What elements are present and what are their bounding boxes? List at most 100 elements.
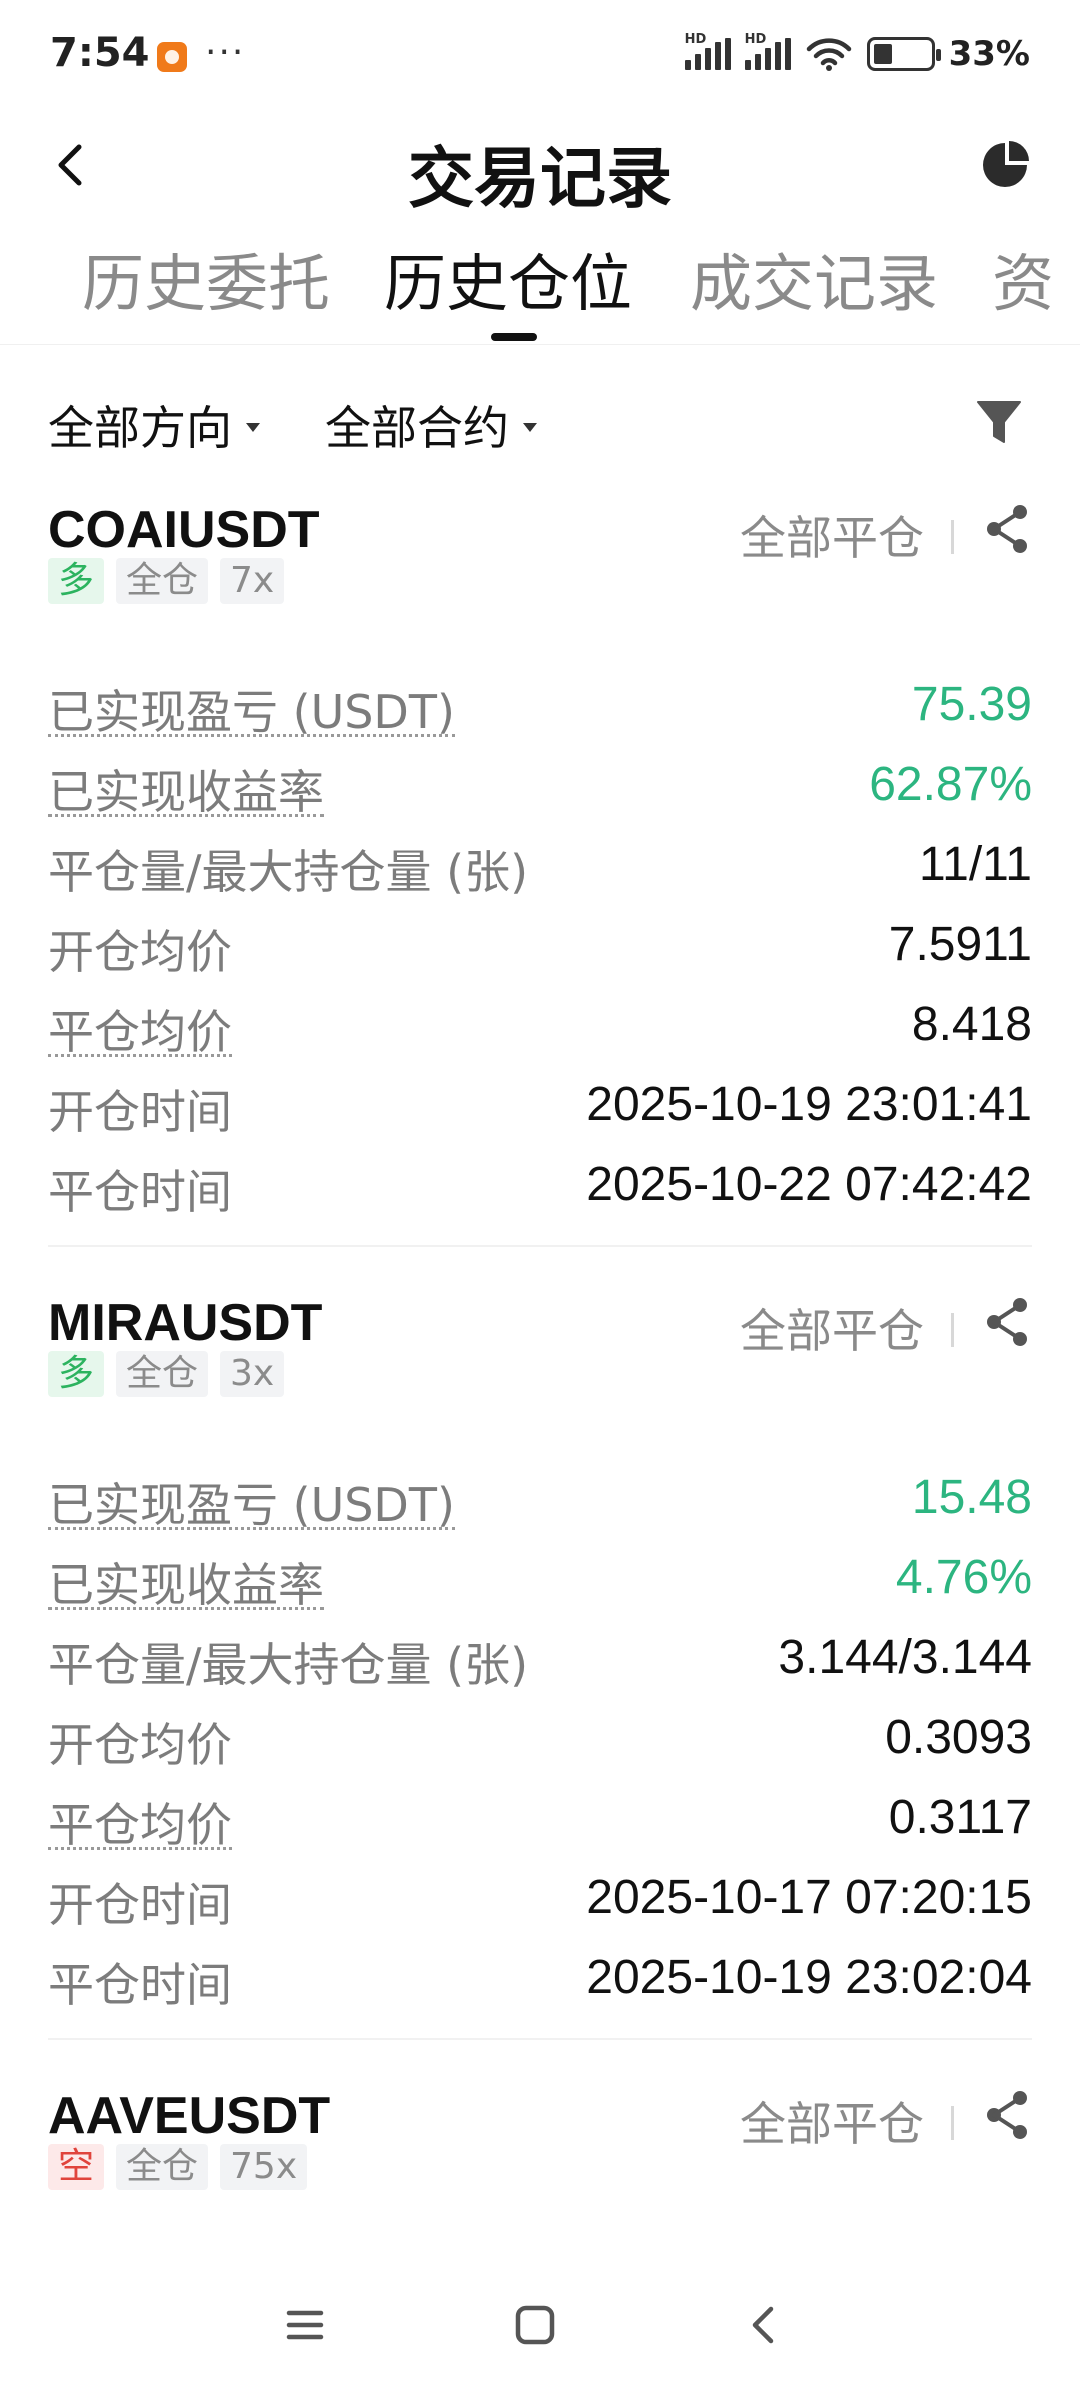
statistics-button[interactable] [970, 130, 1040, 200]
row-value: 15.48 [911, 1471, 1032, 1524]
row-label[interactable]: 已实现盈亏 (USDT) [48, 679, 455, 737]
share-icon[interactable] [982, 502, 1032, 556]
position-card: AAVEUSDT 空 全仓 75x 全部平仓 [48, 2086, 1032, 2206]
tab-funds[interactable]: 资 [992, 233, 1054, 323]
app-notification-icon [157, 42, 187, 72]
row-realized-roi: 已实现收益率 62.87% [48, 745, 1032, 825]
row-close-volume: 平仓量/最大持仓量 (张) 11/11 [48, 825, 1032, 905]
row-realized-pnl: 已实现盈亏 (USDT) 15.48 [48, 1458, 1032, 1538]
row-label[interactable]: 平仓均价 [48, 1792, 232, 1850]
page-title: 交易记录 [408, 140, 672, 217]
tab-position-history[interactable]: 历史仓位 [384, 233, 632, 323]
caret-down-icon [246, 422, 260, 432]
symbol-name[interactable]: COAIUSDT [48, 500, 320, 560]
leverage-badge: 3x [220, 1351, 285, 1397]
position-card: COAIUSDT 多 全仓 7x 全部平仓 已实现盈亏 (USDT) 75.39… [48, 500, 1032, 1225]
row-open-avg-price: 开仓均价 0.3093 [48, 1698, 1032, 1778]
status-indicators: HD HD 33% [684, 32, 1030, 74]
contract-filter[interactable]: 全部合约 [325, 392, 537, 458]
leverage-badge: 7x [220, 558, 285, 604]
row-value: 3.144/3.144 [778, 1631, 1032, 1684]
wifi-icon [806, 38, 851, 71]
direction-filter[interactable]: 全部方向 [48, 392, 260, 458]
row-label: 平仓时间 [48, 1958, 232, 2010]
battery-percent: 33% [948, 34, 1030, 74]
row-label: 平仓量/最大持仓量 (张) [48, 845, 529, 897]
record-tabs: 历史委托 历史仓位 成交记录 资 [0, 225, 1080, 345]
symbol-name[interactable]: AAVEUSDT [48, 2086, 330, 2146]
system-nav-bar [0, 2270, 1080, 2370]
row-open-time: 开仓时间 2025-10-17 07:20:15 [48, 1858, 1032, 1938]
symbol-name[interactable]: MIRAUSDT [48, 1293, 322, 1353]
position-tags: 多 全仓 3x [48, 1351, 285, 1397]
row-value: 7.5911 [888, 918, 1032, 971]
share-icon[interactable] [982, 2088, 1032, 2142]
position-tags: 空 全仓 75x [48, 2144, 308, 2190]
battery-icon [866, 37, 941, 71]
margin-mode-badge: 全仓 [116, 558, 209, 604]
filter-bar: 全部方向 全部合约 [0, 380, 1080, 470]
share-icon[interactable] [982, 1295, 1032, 1349]
row-value: 4.76% [895, 1551, 1032, 1604]
row-close-time: 平仓时间 2025-10-19 23:02:04 [48, 1938, 1032, 2018]
direction-filter-label: 全部方向 [48, 401, 232, 455]
row-value: 62.87% [869, 758, 1032, 811]
menu-icon[interactable] [275, 2295, 335, 2355]
row-value: 75.39 [911, 678, 1032, 731]
close-type-label: 全部平仓 [740, 2097, 924, 2151]
home-square-icon[interactable] [505, 2295, 565, 2355]
signal-icon-1: HD [684, 32, 731, 70]
funnel-icon[interactable] [974, 392, 1024, 452]
status-time: 7:54 [50, 30, 150, 76]
row-value: 2025-10-22 07:42:42 [586, 1158, 1032, 1211]
row-close-time: 平仓时间 2025-10-22 07:42:42 [48, 1145, 1032, 1225]
row-value: 0.3093 [885, 1711, 1032, 1764]
status-bar: 7:54 ··· HD HD 33% [0, 0, 1080, 110]
row-label[interactable]: 已实现收益率 [48, 759, 324, 817]
row-label: 平仓时间 [48, 1165, 232, 1217]
row-label: 开仓时间 [48, 1085, 232, 1137]
position-card: MIRAUSDT 多 全仓 3x 全部平仓 已实现盈亏 (USDT) 15.48… [48, 1293, 1032, 2018]
margin-mode-badge: 全仓 [116, 1351, 209, 1397]
tab-trade-history[interactable]: 成交记录 [690, 233, 938, 323]
contract-filter-label: 全部合约 [325, 401, 509, 455]
row-value: 2025-10-19 23:01:41 [586, 1078, 1032, 1131]
separator [951, 2106, 954, 2140]
row-close-avg-price: 平仓均价 8.418 [48, 985, 1032, 1065]
row-value: 2025-10-17 07:20:15 [586, 1871, 1032, 1924]
tab-order-history[interactable]: 历史委托 [82, 233, 330, 323]
row-value: 2025-10-19 23:02:04 [586, 1951, 1032, 2004]
row-open-time: 开仓时间 2025-10-19 23:01:41 [48, 1065, 1032, 1145]
row-label: 开仓时间 [48, 1878, 232, 1930]
row-close-avg-price: 平仓均价 0.3117 [48, 1778, 1032, 1858]
row-open-avg-price: 开仓均价 7.5911 [48, 905, 1032, 985]
caret-down-icon [523, 422, 537, 432]
row-label: 平仓量/最大持仓量 (张) [48, 1638, 529, 1690]
row-label: 开仓均价 [48, 1718, 232, 1770]
row-label: 开仓均价 [48, 925, 232, 977]
row-label[interactable]: 平仓均价 [48, 999, 232, 1057]
row-value: 8.418 [911, 998, 1032, 1051]
signal-icon-2: HD [744, 32, 791, 70]
separator [951, 520, 954, 554]
separator [951, 1313, 954, 1347]
close-type-label: 全部平仓 [740, 1304, 924, 1358]
back-chevron-icon[interactable] [735, 2295, 795, 2355]
card-divider [48, 1245, 1032, 1247]
row-label[interactable]: 已实现收益率 [48, 1552, 324, 1610]
leverage-badge: 75x [220, 2144, 308, 2190]
close-type-label: 全部平仓 [740, 511, 924, 565]
more-notifications-indicator: ··· [205, 32, 246, 73]
active-tab-indicator [491, 333, 537, 341]
row-value: 0.3117 [888, 1791, 1032, 1844]
row-value: 11/11 [919, 838, 1032, 891]
position-tags: 多 全仓 7x [48, 558, 285, 604]
app-header: 交易记录 [0, 110, 1080, 220]
side-badge: 多 [48, 1351, 105, 1397]
card-divider [48, 2038, 1032, 2040]
margin-mode-badge: 全仓 [116, 2144, 209, 2190]
pie-chart-icon [983, 141, 1029, 187]
row-realized-pnl: 已实现盈亏 (USDT) 75.39 [48, 665, 1032, 745]
row-label[interactable]: 已实现盈亏 (USDT) [48, 1472, 455, 1530]
side-badge: 多 [48, 558, 105, 604]
